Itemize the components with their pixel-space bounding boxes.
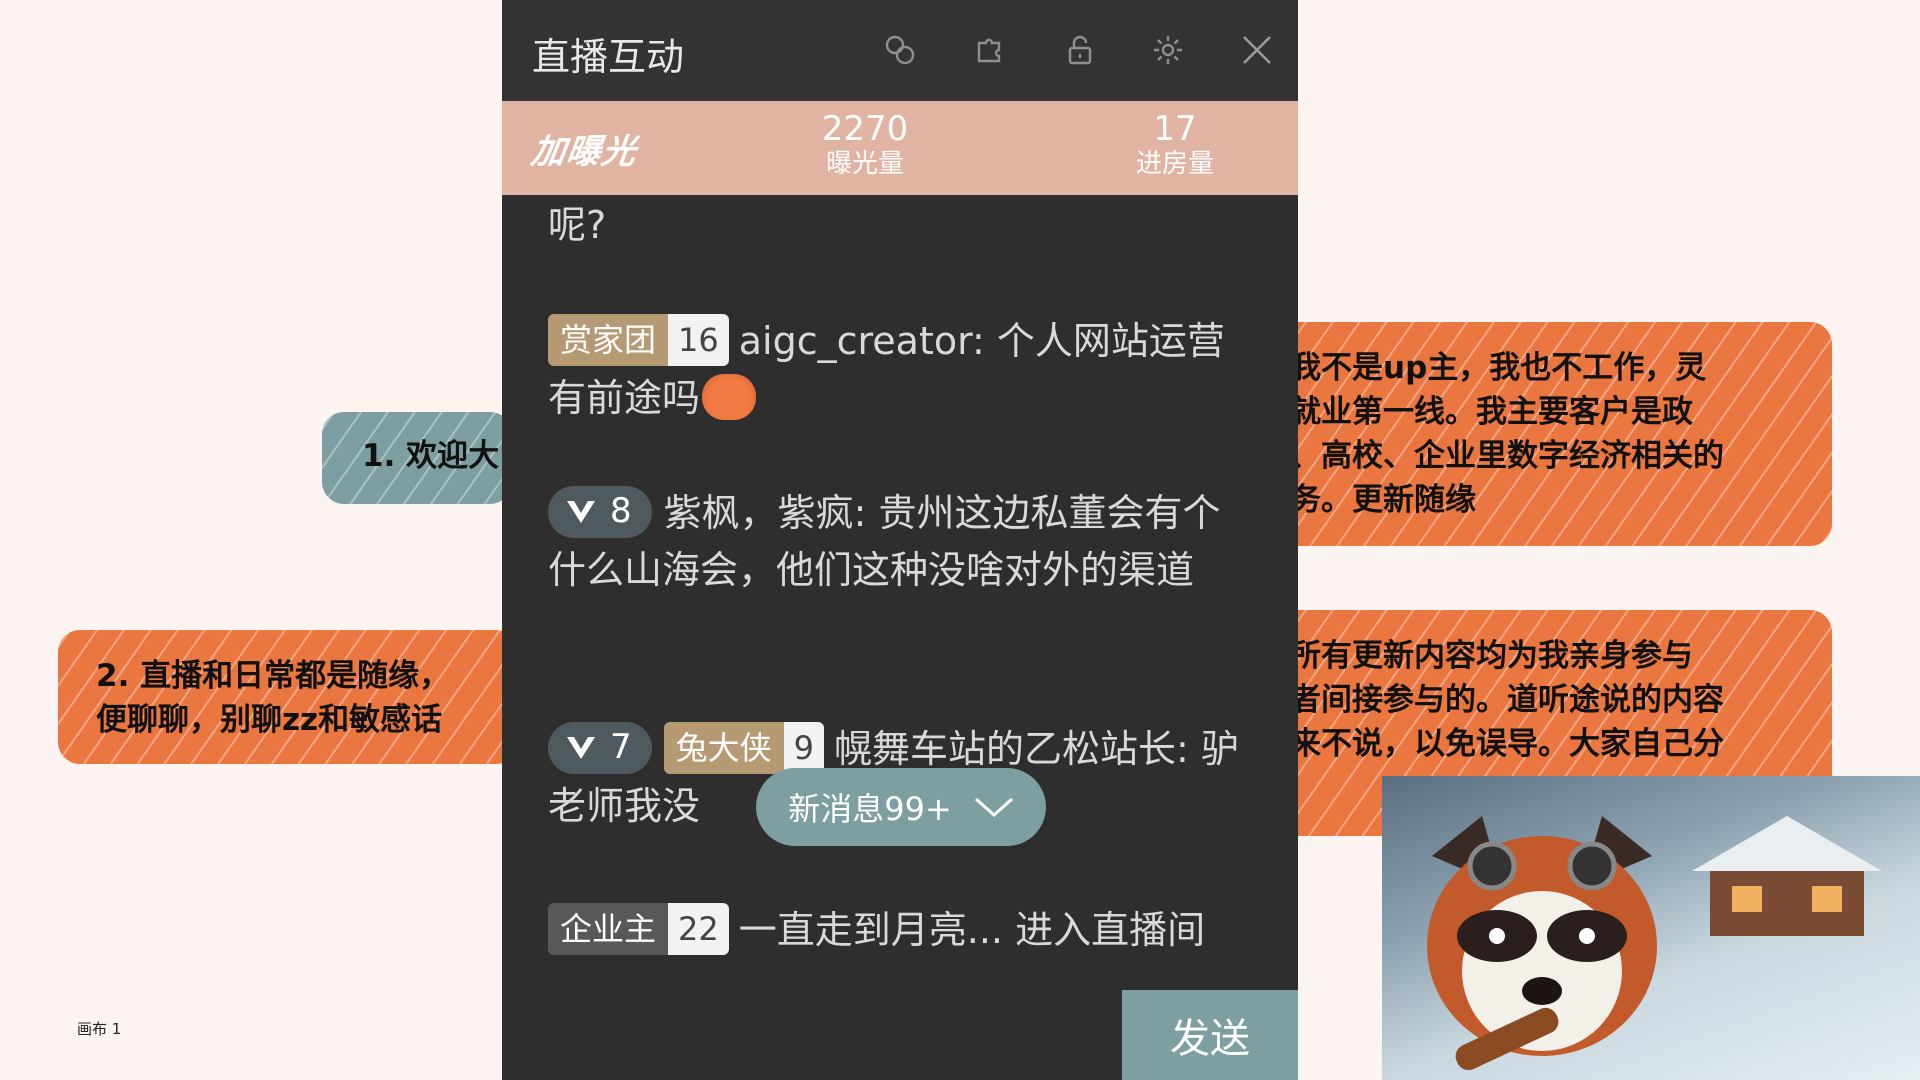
badge-name: 赏家团: [548, 313, 669, 366]
puzzle-icon[interactable]: [970, 30, 1010, 70]
exposure-label: 曝光量: [825, 149, 904, 179]
sticky-note-rules: 2. 直播和日常都是随缘， 便聊聊，别聊zz和敏感话: [58, 630, 518, 764]
fan-badge: 企业主 22: [548, 902, 729, 955]
message-text: 呢?: [548, 203, 607, 247]
vip-level: 7: [610, 727, 632, 767]
badge-name: 企业主: [548, 902, 669, 955]
entries-value: 17: [1153, 109, 1197, 149]
note-text: 我不是up主，我也不工作，灵 就业第一线。我主要客户是政 、高校、企业里数字经济…: [1290, 350, 1724, 518]
entries-stat: 17 进房量: [1080, 110, 1270, 180]
message-user[interactable]: 一直走到月亮...: [739, 908, 1003, 952]
message-user[interactable]: 幌舞车站的乙松站长:: [834, 727, 1189, 771]
boost-exposure-button[interactable]: 加曝光: [529, 124, 641, 173]
exposure-value: 2270: [821, 109, 909, 149]
message-list[interactable]: 呢? 赏家团 16 aigc_creator: 个人网站运营有前途吗 8 紫枫，紫疯:…: [502, 195, 1298, 990]
entries-label: 进房量: [1135, 149, 1214, 179]
link-icon[interactable]: [880, 30, 920, 70]
gear-icon[interactable]: [1148, 30, 1188, 70]
chevron-down-icon: [567, 500, 595, 523]
panel-header: 直播互动: [502, 0, 1298, 101]
raccoon-photo: [1382, 776, 1920, 1080]
sticky-note-welcome: 1. 欢迎大: [322, 412, 512, 504]
message-user[interactable]: aigc_creator:: [739, 319, 985, 363]
vip-badge: 7: [548, 721, 652, 774]
badge-name: 兔大侠: [663, 721, 784, 774]
canvas-label: 画布 1: [77, 1020, 122, 1038]
message-text: 进入直播间: [1002, 908, 1206, 952]
list-item: 企业主 22 一直走到月亮... 进入直播间: [548, 902, 1258, 959]
close-icon[interactable]: [1237, 30, 1277, 70]
vip-badge: 8: [548, 485, 652, 538]
live-interaction-panel: 直播互动 加曝光 2270 曝光量 17 进房量 呢? 赏家团 16 aigc_…: [502, 0, 1298, 1080]
list-item: 赏家团 16 aigc_creator: 个人网站运营有前途吗: [548, 313, 1258, 427]
note-text: 2. 直播和日常都是随缘， 便聊聊，别聊zz和敏感话: [96, 658, 451, 738]
unlock-icon[interactable]: [1060, 30, 1100, 70]
badge-level: 22: [668, 902, 729, 955]
vip-level: 8: [610, 491, 632, 531]
new-messages-button[interactable]: 新消息99+: [756, 768, 1046, 846]
fan-badge: 赏家团 16: [548, 313, 729, 366]
sticky-note-about: 我不是up主，我也不工作，灵 就业第一线。我主要客户是政 、高校、企业里数字经济…: [1240, 322, 1832, 546]
raccoon-illustration: [1427, 816, 1657, 1071]
cabin-illustration: [1692, 816, 1882, 936]
exposure-stat: 2270 曝光量: [770, 110, 960, 180]
note-text: 所有更新内容均为我亲身参与 者间接参与的。道听途说的内容 来不说，以免误导。大家…: [1290, 638, 1724, 762]
chevron-down-icon: [974, 797, 1013, 818]
send-button[interactable]: 发送: [1122, 990, 1298, 1080]
new-messages-label: 新消息99+: [788, 790, 952, 828]
badge-level: 16: [668, 313, 729, 366]
list-item: 呢?: [548, 197, 1258, 254]
fan-badge: 兔大侠 9: [663, 721, 825, 774]
list-item: 8 紫枫，紫疯: 贵州这边私董会有个什么山海会，他们这种没啥对外的渠道: [548, 485, 1258, 599]
badge-level: 9: [783, 721, 825, 774]
chevron-down-icon: [567, 736, 595, 759]
message-user[interactable]: 紫枫，紫疯:: [664, 491, 867, 535]
note-text: 1. 欢迎大: [362, 438, 500, 474]
emoji-icon: [702, 373, 757, 420]
panel-title: 直播互动: [532, 35, 685, 79]
